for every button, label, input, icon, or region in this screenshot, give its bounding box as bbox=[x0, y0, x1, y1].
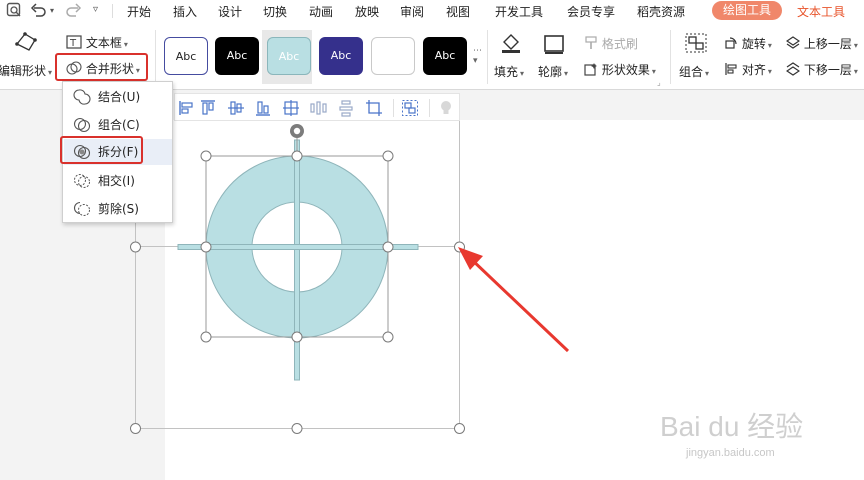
align-top-icon[interactable] bbox=[199, 99, 217, 117]
resize-handle[interactable] bbox=[382, 331, 394, 343]
lightbulb-icon[interactable] bbox=[437, 99, 455, 117]
cross-vertical-bar[interactable] bbox=[294, 139, 300, 381]
crop-icon[interactable] bbox=[365, 99, 383, 117]
distribute-horizontal-icon[interactable] bbox=[309, 99, 327, 117]
align-center-icon[interactable] bbox=[282, 99, 300, 117]
resize-handle[interactable] bbox=[200, 331, 212, 343]
watermark-logo-text: Bai du 经验 bbox=[660, 411, 804, 442]
resize-handle[interactable] bbox=[130, 241, 141, 253]
annotation-arrow bbox=[458, 247, 570, 353]
menu-item-combine[interactable]: 组合(C) bbox=[64, 112, 172, 138]
toolbar-divider bbox=[393, 99, 394, 117]
resize-handle[interactable] bbox=[454, 423, 465, 434]
union-icon bbox=[73, 88, 91, 106]
menu-item-intersect[interactable]: 相交(I) bbox=[64, 168, 172, 194]
menu-item-union[interactable]: 结合(U) bbox=[64, 84, 172, 110]
resize-handle[interactable] bbox=[291, 423, 303, 434]
intersect-icon bbox=[73, 172, 91, 190]
toolbar-divider bbox=[429, 99, 430, 117]
subtract-icon bbox=[73, 200, 91, 218]
cross-horizontal-bar[interactable] bbox=[177, 244, 419, 250]
resize-handle[interactable] bbox=[291, 331, 303, 343]
align-bottom-icon[interactable] bbox=[254, 99, 272, 117]
alignment-toolbar bbox=[174, 93, 460, 121]
resize-handle[interactable] bbox=[291, 150, 303, 162]
fragment-item-highlight bbox=[60, 136, 143, 164]
group-objects-icon[interactable] bbox=[401, 99, 419, 117]
menu-item-subtract[interactable]: 剪除(S) bbox=[64, 196, 172, 222]
baidu-watermark: Bai du 经验 jingyan.baidu.com bbox=[660, 405, 840, 475]
resize-handle[interactable] bbox=[130, 423, 141, 434]
resize-handle[interactable] bbox=[200, 150, 212, 162]
resize-handle[interactable] bbox=[382, 150, 394, 162]
align-left-icon[interactable] bbox=[178, 99, 196, 117]
align-middle-icon[interactable] bbox=[227, 99, 245, 117]
distribute-vertical-icon[interactable] bbox=[337, 99, 355, 117]
combine-icon bbox=[73, 116, 91, 134]
resize-handle[interactable] bbox=[382, 241, 394, 253]
watermark-url: jingyan.baidu.com bbox=[686, 447, 775, 459]
resize-handle[interactable] bbox=[200, 241, 212, 253]
